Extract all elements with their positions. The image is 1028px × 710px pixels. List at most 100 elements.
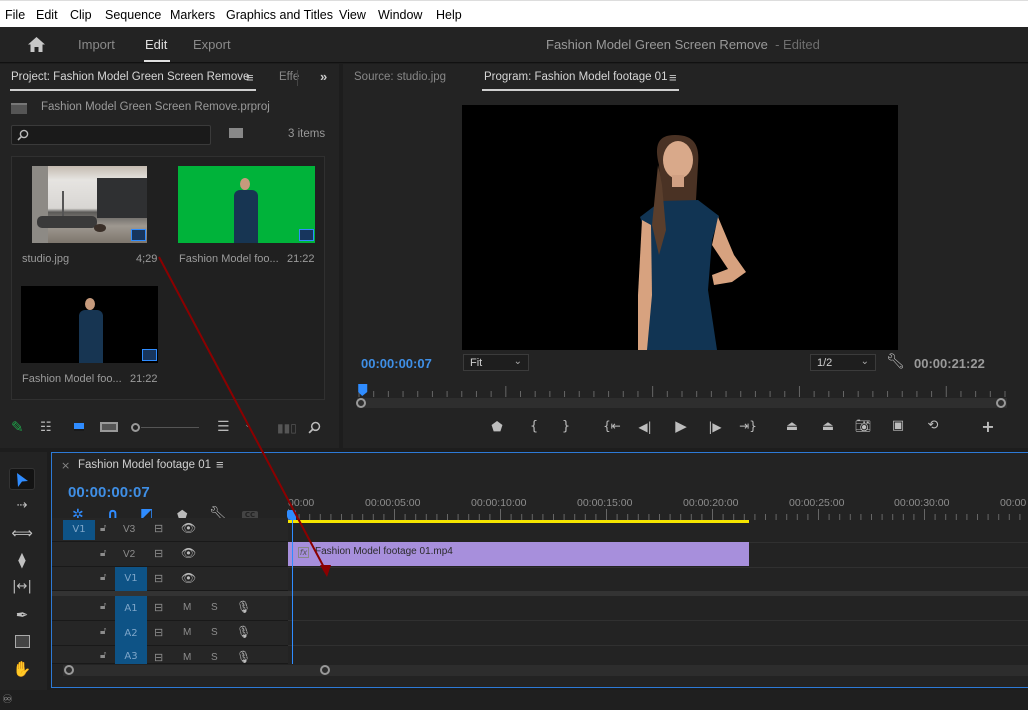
step-back-button[interactable]: ◀|	[636, 421, 654, 433]
sort-icon[interactable]: ☰	[217, 420, 230, 434]
menu-edit[interactable]: Edit	[36, 8, 58, 22]
find-icon[interactable]	[308, 421, 321, 434]
lock-icon[interactable]: 🔓︎	[100, 523, 106, 534]
playback-resolution-dropdown[interactable]: 1/2 ⌄	[810, 354, 876, 371]
tab-export[interactable]: Export	[193, 37, 231, 52]
sort-chevron-icon[interactable]: ⌄	[244, 421, 252, 430]
add-marker-button[interactable]: ⬟	[488, 421, 506, 434]
program-monitor-tab[interactable]: Program: Fashion Model footage 01	[484, 71, 667, 83]
go-to-in-button[interactable]: {⇤	[603, 420, 621, 432]
menu-window[interactable]: Window	[378, 8, 422, 22]
play-button[interactable]: ▶	[672, 419, 690, 434]
lock-icon[interactable]: 🔓︎	[100, 601, 106, 612]
tab-import[interactable]: Import	[78, 37, 115, 52]
track-target-v1[interactable]: V1	[115, 567, 147, 591]
project-item-studio-thumbnail[interactable]	[32, 166, 147, 243]
icon-view-icon[interactable]	[74, 423, 84, 431]
automate-icon[interactable]: ▮▮▯	[277, 422, 297, 434]
extract-button[interactable]: ⏏	[819, 420, 837, 433]
pen-tool[interactable]: ✒	[9, 604, 35, 626]
razor-tool[interactable]: ⧫	[9, 549, 35, 571]
mute-button[interactable]: M	[183, 627, 191, 638]
hamburger-icon[interactable]: ≡	[216, 457, 224, 472]
scrollbar-start-handle[interactable]	[64, 665, 74, 675]
menu-markers[interactable]: Markers	[170, 8, 215, 22]
menu-file[interactable]: File	[5, 8, 25, 22]
lock-icon[interactable]: 🔓︎	[100, 650, 106, 661]
zoom-level-dropdown[interactable]: Fit ⌄	[463, 354, 529, 371]
lock-icon[interactable]: 🔓︎	[100, 626, 106, 637]
menu-help[interactable]: Help	[436, 8, 462, 22]
button-editor-add-icon[interactable]: +	[979, 419, 997, 435]
solo-button[interactable]: S	[211, 627, 218, 638]
hamburger-icon[interactable]: ≡	[246, 70, 254, 85]
solo-button[interactable]: S	[211, 602, 218, 613]
close-sequence-icon[interactable]: ×	[61, 459, 70, 472]
track-select-tool[interactable]: ⇢	[9, 495, 35, 517]
timeline-clip[interactable]: fx Fashion Model footage 01.mp4	[288, 542, 749, 566]
microphone-icon[interactable]: 🎙︎	[236, 600, 251, 614]
home-icon[interactable]	[27, 36, 46, 53]
timeline-zoom-scrollbar[interactable]	[63, 665, 1028, 676]
sync-lock-icon[interactable]: ⊟	[154, 572, 163, 585]
double-chevron-right-icon[interactable]: »	[320, 69, 327, 84]
project-item-green-screen-thumbnail[interactable]	[178, 166, 315, 243]
project-search-input[interactable]	[11, 125, 211, 145]
menu-view[interactable]: View	[339, 8, 366, 22]
project-tab[interactable]: Project: Fashion Model Green Screen Remo…	[11, 71, 249, 83]
playhead-line[interactable]	[292, 520, 293, 664]
eye-icon[interactable]: 👁︎	[181, 521, 196, 535]
sync-lock-icon[interactable]: ⊟	[154, 626, 163, 639]
microphone-icon[interactable]: 🎙︎	[236, 625, 251, 639]
item-name[interactable]: Fashion Model foo...	[22, 373, 122, 385]
menu-sequence[interactable]: Sequence	[105, 8, 161, 22]
creative-cloud-icon[interactable]: ♾	[2, 692, 13, 706]
rectangle-tool[interactable]	[9, 631, 35, 653]
program-playhead[interactable]	[358, 384, 368, 396]
scrollbar-end-handle[interactable]	[996, 398, 1006, 408]
item-name[interactable]: studio.jpg	[22, 253, 69, 265]
microphone-icon[interactable]: 🎙︎	[236, 650, 251, 664]
item-name[interactable]: Fashion Model foo...	[179, 253, 279, 265]
eye-icon[interactable]: 👁︎	[181, 546, 196, 560]
lift-button[interactable]: ⏏	[783, 420, 801, 433]
eye-icon[interactable]: 👁︎	[181, 571, 196, 585]
mark-out-button[interactable]: }	[557, 420, 575, 433]
new-search-bin-icon[interactable]	[229, 128, 243, 138]
solo-button[interactable]: S	[211, 652, 218, 663]
track-target-a2[interactable]: A2	[115, 621, 147, 646]
hamburger-icon[interactable]: ≡	[669, 70, 677, 85]
sync-lock-icon[interactable]: ⊟	[154, 651, 163, 664]
export-frame-button[interactable]: 📷︎	[854, 420, 872, 433]
zoom-slider-track[interactable]	[141, 427, 199, 428]
go-to-out-button[interactable]: ⇥}	[739, 420, 757, 432]
track-target-a3[interactable]: A3	[115, 646, 147, 664]
slip-tool[interactable]: |↔|	[9, 576, 35, 598]
sequence-timecode[interactable]: 00:00:00:07	[68, 484, 150, 501]
ripple-edit-tool[interactable]: ⟺	[9, 522, 35, 544]
track-target-a1[interactable]: A1	[115, 596, 147, 621]
work-area-bar[interactable]	[288, 520, 749, 523]
wrench-icon[interactable]: 🔧︎	[886, 354, 905, 369]
program-zoom-scrollbar[interactable]	[357, 398, 1007, 408]
source-patch-v1[interactable]: V1	[63, 520, 95, 540]
freeform-view-icon[interactable]	[100, 422, 118, 432]
hand-tool[interactable]: ✋	[9, 658, 35, 680]
menu-graphics-and-titles[interactable]: Graphics and Titles	[226, 8, 333, 22]
insert-button[interactable]: ▣	[889, 419, 907, 432]
menu-clip[interactable]: Clip	[70, 8, 92, 22]
lock-icon[interactable]: 🔓︎	[100, 572, 106, 583]
overwrite-button[interactable]: ⟲	[924, 419, 942, 432]
scrollbar-end-handle[interactable]	[320, 665, 330, 675]
mute-button[interactable]: M	[183, 652, 191, 663]
pencil-icon[interactable]: ✎	[11, 420, 24, 435]
source-monitor-tab[interactable]: Source: studio.jpg	[354, 71, 446, 83]
zoom-slider-handle[interactable]	[131, 423, 140, 432]
project-item-sequence-thumbnail[interactable]	[21, 286, 158, 363]
mark-in-button[interactable]: {	[525, 420, 543, 433]
sequence-tab[interactable]: Fashion Model footage 01	[78, 459, 211, 471]
step-forward-button[interactable]: |▶	[706, 421, 724, 433]
playhead-handle[interactable]	[287, 510, 296, 520]
program-video-frame[interactable]	[462, 105, 898, 350]
sync-lock-icon[interactable]: ⊟	[154, 601, 163, 614]
